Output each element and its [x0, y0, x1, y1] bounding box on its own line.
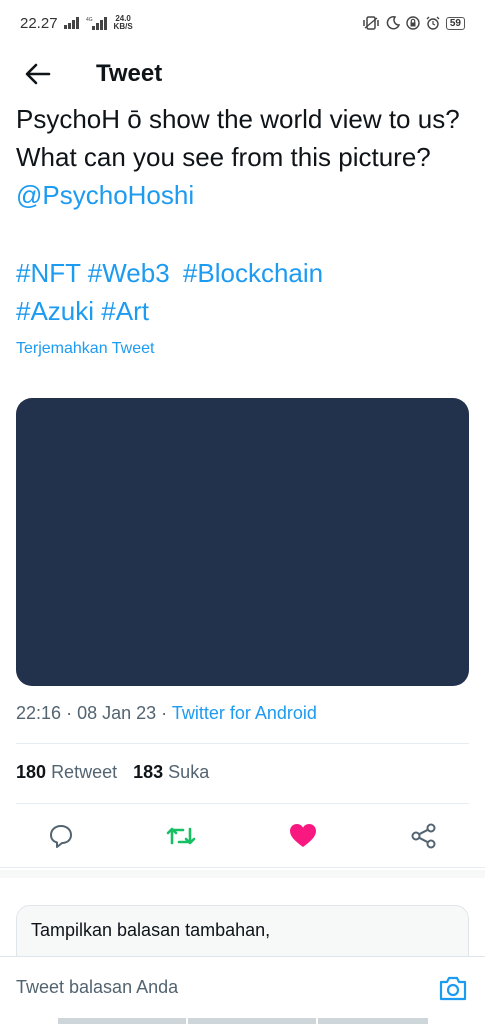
hashtag-link[interactable]: #Web3 [88, 258, 170, 288]
divider [16, 803, 469, 804]
retweet-button[interactable] [165, 820, 197, 852]
tweet-text: PsychoH ō show the world view to us? Wha… [16, 100, 476, 214]
signal-icon [63, 17, 79, 29]
reply-button[interactable] [45, 820, 77, 852]
tweet-meta: 22:16 · 08 Jan 23 · Twitter for Android [16, 703, 317, 724]
like-button[interactable] [287, 820, 319, 852]
reply-icon [50, 825, 72, 848]
status-time: 22.27 [20, 14, 58, 32]
tweet-source-link[interactable]: Twitter for Android [172, 703, 317, 723]
hashtag-link[interactable]: #NFT [16, 258, 81, 288]
hashtag-link[interactable]: #Art [101, 296, 149, 326]
likes-count: 183 [133, 762, 164, 782]
meta-separator: · [161, 703, 168, 723]
meta-separator: · [66, 703, 73, 723]
nav-indicator [58, 1018, 186, 1024]
tweet-stats: 180 Retweet 183 Suka [16, 762, 209, 783]
nav-indicator [318, 1018, 428, 1024]
battery-indicator: 59 [445, 16, 465, 30]
vibrate-icon [363, 16, 379, 30]
moon-icon [386, 16, 400, 30]
tweet-body: PsychoH ō show the world view to us? Wha… [16, 104, 460, 172]
share-icon [411, 823, 436, 849]
hashtag-link[interactable]: #Blockchain [183, 258, 323, 288]
retweets-stat[interactable]: 180 Retweet [16, 762, 117, 783]
arrow-left-icon [25, 63, 51, 85]
more-replies-label: Tampilkan balasan tambahan, [31, 920, 271, 940]
net-speed: 24.0 KB/S [114, 15, 133, 31]
reply-bar: Tweet balasan Anda [0, 956, 485, 1018]
back-button[interactable] [18, 54, 58, 94]
status-left: 22.27 4G 24.0 KB/S [20, 15, 133, 32]
translate-tweet-link[interactable]: Terjemahkan Tweet [16, 340, 154, 358]
alarm-icon [426, 16, 440, 30]
net-speed-unit: KB/S [113, 22, 133, 31]
status-bar: 22.27 4G 24.0 KB/S 59 [0, 0, 485, 46]
divider [0, 867, 485, 868]
network-label: 4G [86, 17, 93, 23]
nav-indicator [188, 1018, 316, 1024]
camera-icon [439, 976, 467, 1000]
status-right: 59 [362, 16, 465, 30]
signal-4g-icon: 4G [86, 17, 107, 30]
camera-button[interactable] [437, 972, 469, 1004]
mention-link[interactable]: @PsychoHoshi [16, 180, 194, 210]
retweet-icon [166, 827, 196, 845]
lock-icon [406, 16, 420, 30]
app-bar: Tweet [0, 46, 485, 102]
tweet-media-image[interactable] [16, 398, 469, 686]
reply-input[interactable]: Tweet balasan Anda [16, 977, 178, 998]
section-separator [0, 870, 485, 878]
tweet-time: 22:16 [16, 703, 62, 723]
hashtag-link[interactable]: #Azuki [16, 296, 94, 326]
likes-stat[interactable]: 183 Suka [133, 762, 209, 783]
likes-label: Suka [168, 762, 210, 782]
retweets-label: Retweet [51, 762, 118, 782]
tweet-actions [0, 808, 485, 864]
tweet-date: 08 Jan 23 [77, 703, 157, 723]
share-button[interactable] [408, 820, 440, 852]
heart-icon [290, 824, 316, 847]
page-title: Tweet [96, 60, 163, 87]
divider [16, 743, 469, 744]
hashtags: #NFT #Web3 #Blockchain #Azuki #Art [16, 254, 476, 330]
retweets-count: 180 [16, 762, 47, 782]
